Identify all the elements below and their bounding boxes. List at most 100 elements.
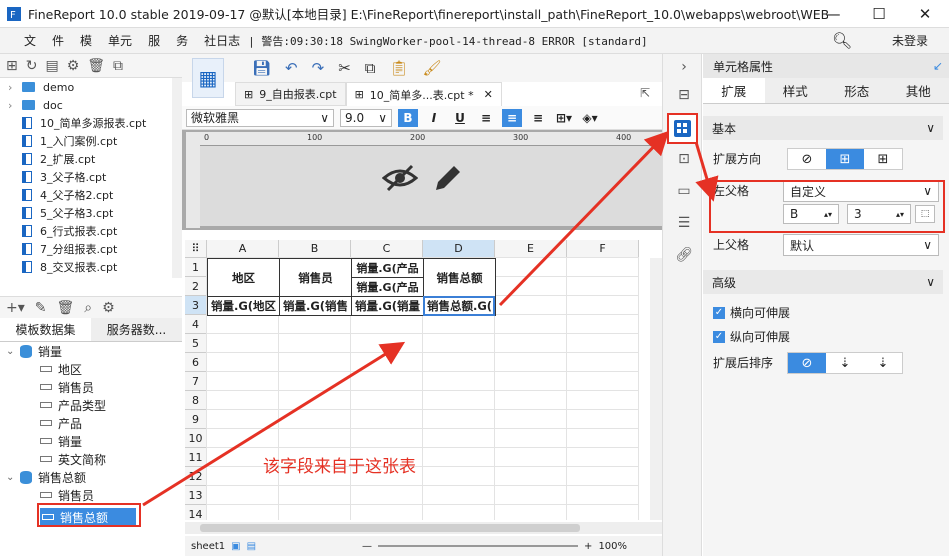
settings-icon[interactable]: ⚙: [67, 58, 80, 74]
field-node[interactable]: 销售员: [0, 486, 182, 504]
login-link[interactable]: 未登录: [892, 32, 928, 49]
search-icon[interactable]: 🔍︎: [832, 31, 852, 50]
menu-item[interactable]: 务: [176, 32, 188, 49]
zoom-in-icon[interactable]: +: [584, 541, 592, 552]
align-left-icon[interactable]: ≡: [476, 109, 496, 127]
underline-button[interactable]: U: [450, 109, 470, 127]
file-tree-item[interactable]: 4_父子格2.cpt: [0, 186, 172, 204]
maximize-button[interactable]: ☐: [856, 0, 902, 28]
bold-button[interactable]: B: [398, 108, 418, 127]
copy-icon[interactable]: ⧉: [113, 58, 123, 74]
no-expand-icon[interactable]: ⊘: [788, 149, 826, 169]
dataset-settings-icon[interactable]: ⚙: [102, 300, 115, 316]
menu-item[interactable]: 件: [52, 32, 64, 49]
close-button[interactable]: ✕: [902, 0, 948, 28]
file-tree-item[interactable]: › demo: [0, 78, 172, 96]
template-icon[interactable]: ▦: [192, 58, 224, 98]
dataset-node[interactable]: ⌄ 销售总额: [0, 468, 182, 486]
vertical-expand-checkbox[interactable]: ✓ 纵向可伸展: [713, 328, 790, 345]
row-header[interactable]: 12: [185, 467, 207, 486]
row-header[interactable]: 14: [185, 505, 207, 520]
paste-icon[interactable]: 📋︎: [390, 59, 409, 77]
template-attr-icon[interactable]: ⊟: [673, 84, 695, 106]
grid-vertical-scrollbar[interactable]: [650, 258, 662, 520]
field-node[interactable]: 产品类型: [0, 396, 182, 414]
sort-ascending-icon[interactable]: ⇣: [826, 353, 864, 373]
sort-descending-icon[interactable]: ⇣: [864, 353, 902, 373]
redo-icon[interactable]: ↷: [312, 59, 325, 77]
tab-expand[interactable]: 扩展: [703, 78, 765, 103]
corner-cell[interactable]: ⠿: [185, 240, 207, 258]
zoom-slider[interactable]: [378, 545, 579, 547]
tab-server-datasets[interactable]: 服务器数...: [91, 318, 182, 341]
pin-icon[interactable]: ↙: [933, 59, 943, 73]
row-header[interactable]: 9: [185, 410, 207, 429]
cell-c3[interactable]: 销量.G(销量: [351, 296, 424, 316]
file-tree-item[interactable]: 8_交叉报表.cpt: [0, 258, 172, 276]
new-folder-icon[interactable]: ⊞: [6, 58, 18, 74]
row-header[interactable]: 4: [185, 315, 207, 334]
file-tree-item[interactable]: 5_父子格3.cpt: [0, 204, 172, 222]
align-center-icon[interactable]: ≡: [502, 108, 522, 127]
menu-item[interactable]: 模: [80, 32, 92, 49]
cell-b1[interactable]: 销售员: [279, 258, 352, 297]
dataset-node[interactable]: ⌄ 销量: [0, 342, 182, 360]
column-header[interactable]: E: [495, 240, 567, 258]
tab-template-datasets[interactable]: 模板数据集: [0, 318, 91, 341]
column-header[interactable]: C: [351, 240, 423, 258]
row-header[interactable]: 8: [185, 391, 207, 410]
delete-icon[interactable]: 🗑︎: [87, 58, 105, 74]
sheet-tab[interactable]: sheet1: [191, 541, 225, 552]
layer-icon[interactable]: ☰: [673, 212, 695, 234]
undo-icon[interactable]: ↶: [285, 59, 298, 77]
cell-c2[interactable]: 销量.G(产品: [351, 277, 424, 297]
file-tree-item[interactable]: › doc: [0, 96, 172, 114]
field-node[interactable]: 销量: [0, 432, 182, 450]
collapse-icon[interactable]: ⌄: [6, 472, 14, 483]
expand-icon[interactable]: ›: [8, 81, 12, 94]
top-parent-select[interactable]: 默认 ∨: [783, 234, 939, 256]
field-node[interactable]: 英文简称: [0, 450, 182, 468]
open-icon[interactable]: ▤: [45, 58, 58, 74]
file-tree-item[interactable]: 2_扩展.cpt: [0, 150, 172, 168]
tab-shape[interactable]: 形态: [826, 78, 888, 103]
menu-item[interactable]: 文: [24, 32, 36, 49]
section-advanced[interactable]: 高级 ∨: [703, 270, 943, 294]
add-polyblock-icon[interactable]: ▤: [247, 541, 256, 552]
column-header[interactable]: F: [567, 240, 639, 258]
field-node[interactable]: 销售员: [0, 378, 182, 396]
cell-a1[interactable]: 地区: [207, 258, 280, 297]
collapse-icon[interactable]: ⌄: [6, 346, 14, 357]
widget-icon[interactable]: ▭: [673, 180, 695, 202]
close-tab-icon[interactable]: ✕: [484, 88, 493, 101]
spreadsheet-grid[interactable]: ⠿ ABCDEF 1 2 3 4 5 6 7 8 9 10 11 12 13 14 地区 销售员 销量.G(产品…: [185, 240, 662, 520]
section-basic[interactable]: 基本 ∨: [703, 116, 943, 140]
eye-hidden-icon[interactable]: [382, 164, 418, 192]
row-header[interactable]: 2: [185, 277, 207, 296]
delete-icon[interactable]: 🗑︎: [57, 300, 75, 316]
file-tree-item[interactable]: 6_行式报表.cpt: [0, 222, 172, 240]
cell-a3[interactable]: 销量.G(地区: [207, 296, 280, 316]
add-dataset-icon[interactable]: +▾: [6, 300, 25, 316]
italic-button[interactable]: I: [424, 109, 444, 127]
tab-style[interactable]: 样式: [765, 78, 827, 103]
expand-icon[interactable]: ›: [8, 99, 12, 112]
cut-icon[interactable]: ✂: [338, 59, 351, 77]
menu-item[interactable]: 单元: [108, 32, 132, 49]
save-icon[interactable]: 💾︎: [252, 59, 271, 77]
menu-item[interactable]: 服: [148, 32, 160, 49]
scrollbar-thumb[interactable]: [200, 524, 580, 532]
no-sort-icon[interactable]: ⊘: [788, 353, 826, 373]
cell-c1[interactable]: 销量.G(产品: [351, 258, 424, 278]
align-right-icon[interactable]: ≡: [528, 109, 548, 127]
copy-icon[interactable]: ⧉: [365, 59, 376, 77]
row-header[interactable]: 11: [185, 448, 207, 467]
horizontal-expand-checkbox[interactable]: ✓ 横向可伸展: [713, 304, 790, 321]
preview-icon[interactable]: ⌕: [84, 300, 92, 316]
file-tree-item[interactable]: 3_父子格.cpt: [0, 168, 172, 186]
vertical-expand-icon[interactable]: ⊞: [826, 149, 864, 169]
row-header[interactable]: 13: [185, 486, 207, 505]
format-painter-icon[interactable]: 🖌︎: [423, 59, 442, 77]
zoom-out-icon[interactable]: —: [362, 541, 372, 552]
border-icon[interactable]: ⊞▾: [554, 109, 574, 127]
